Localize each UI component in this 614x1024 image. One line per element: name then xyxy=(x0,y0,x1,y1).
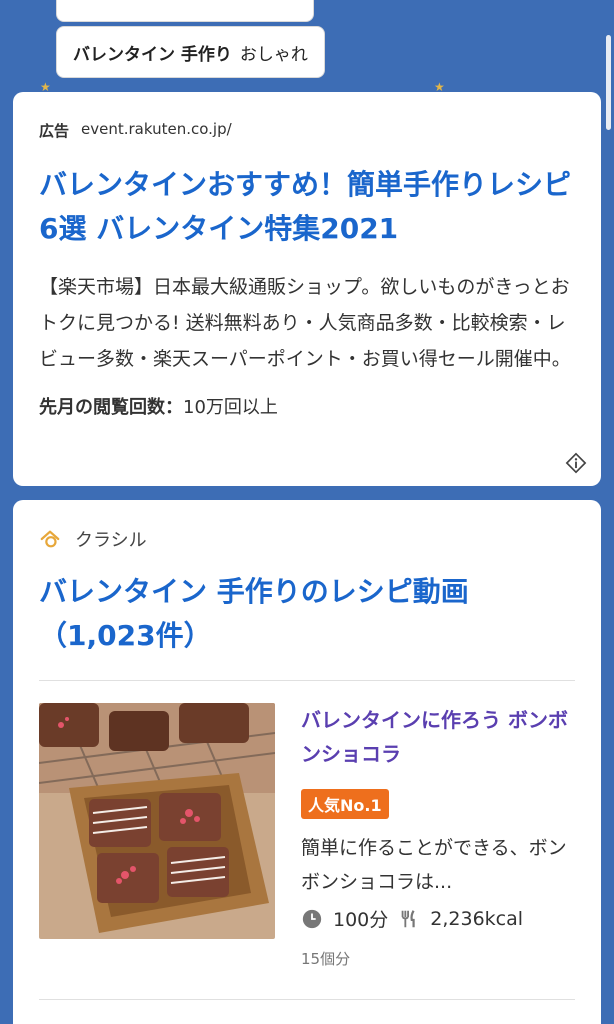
recipe-detail: バレンタインに作ろう ボンボンショコラ 人気No.1 簡単に作ることができる、ボ… xyxy=(301,703,575,969)
ad-meta: 広告 event.rakuten.co.jp/ xyxy=(39,120,575,141)
ad-title-link[interactable]: バレンタインおすすめ！簡単手作りレシピ6選 バレンタイン特集2021 xyxy=(39,163,575,251)
divider xyxy=(39,999,575,1000)
suggestion-rest-text: おしゃれ xyxy=(239,44,308,65)
recipe-stats: 100分 2,236kcal xyxy=(301,905,575,932)
source-row: クラシル xyxy=(39,526,575,552)
recipe-title-link[interactable]: バレンタイン 手作りのレシピ動画（1,023件） xyxy=(39,570,575,658)
info-icon[interactable] xyxy=(565,452,587,474)
views-value: 10万回以上 xyxy=(183,397,278,418)
recipe-snippet: 簡単に作ることができる、ボンボンショコラは... xyxy=(301,837,567,893)
source-name: クラシル xyxy=(75,530,147,551)
ad-domain[interactable]: event.rakuten.co.jp/ xyxy=(81,120,232,141)
views-label: 先月の閲覧回数： xyxy=(39,397,183,418)
recipe-result-card: クラシル バレンタイン 手作りのレシピ動画（1,023件） バレンタインに作ろう… xyxy=(13,500,601,1024)
recipe-thumbnail[interactable] xyxy=(39,703,275,939)
divider xyxy=(39,680,575,681)
ad-result-card: 広告 event.rakuten.co.jp/ バレンタインおすすめ！簡単手作り… xyxy=(13,92,601,486)
recipe-calories: 2,236kcal xyxy=(430,907,524,930)
recipe-item-title[interactable]: バレンタインに作ろう ボンボンショコラ xyxy=(301,703,575,771)
fork-knife-icon xyxy=(401,909,415,927)
recipe-servings: 15個分 xyxy=(301,950,351,968)
ad-views: 先月の閲覧回数：10万回以上 xyxy=(39,393,575,419)
kurashiru-logo-icon xyxy=(40,530,60,548)
clock-icon xyxy=(302,909,322,928)
recipe-time: 100分 xyxy=(333,909,389,931)
scrollbar[interactable] xyxy=(606,35,611,130)
popularity-badge: 人気No.1 xyxy=(301,789,389,819)
suggestion-bold-text: バレンタイン 手作り xyxy=(73,44,232,65)
suggestion-chip[interactable]: バレンタイン 手作り おしゃれ xyxy=(56,26,325,78)
previous-suggestion-chip[interactable] xyxy=(56,0,314,22)
recipe-item[interactable]: バレンタインに作ろう ボンボンショコラ 人気No.1 簡単に作ることができる、ボ… xyxy=(39,703,575,969)
ad-tag: 広告 xyxy=(39,122,70,140)
ad-description: 【楽天市場】日本最大級通販ショップ。欲しいものがきっとおトクに見つかる! 送料無… xyxy=(39,276,571,370)
